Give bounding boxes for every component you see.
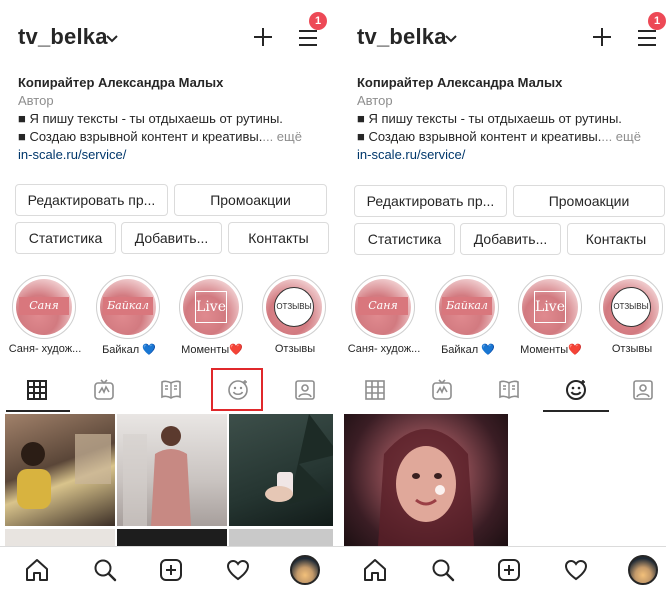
active-tab-indicator: [543, 410, 609, 412]
guides-icon[interactable]: [497, 378, 521, 402]
profile-screen-left: tv_belka 1 Копирайтер Александра Малых А…: [0, 0, 333, 604]
bio-line-2: ■ Создаю взрывной контент и креативы....…: [357, 128, 666, 146]
igtv-icon[interactable]: [92, 378, 116, 402]
highlight-badge: ОТЗЫВЫ: [611, 287, 651, 327]
highlight-cover: ОТЗЫВЫ: [603, 279, 659, 335]
new-post-icon[interactable]: [496, 557, 522, 583]
bottom-nav: [0, 546, 333, 604]
highlight-badge: ОТЗЫВЫ: [274, 287, 314, 327]
bio-category: Автор: [18, 93, 54, 108]
highlight-cover: Байкал: [439, 279, 495, 335]
promotions-button[interactable]: Промоакции: [174, 184, 327, 216]
highlight-cover: Live: [183, 279, 239, 335]
tagged-icon[interactable]: [293, 378, 317, 402]
effects-tab-highlight: [211, 368, 263, 411]
activity-icon[interactable]: [563, 557, 589, 583]
activity-icon[interactable]: [225, 557, 251, 583]
bio-name: Копирайтер Александра Малых: [357, 75, 563, 90]
chevron-down-icon[interactable]: [106, 35, 118, 43]
add-button[interactable]: Добавить...: [460, 223, 561, 255]
chevron-down-icon[interactable]: [445, 35, 457, 43]
plus-icon[interactable]: [251, 25, 275, 49]
post-thumbnail[interactable]: [117, 414, 227, 526]
bio-line-1: ■ Я пишу тексты - ты отдыхаешь от рутины…: [18, 111, 283, 126]
bio-line-2-text: ■ Создаю взрывной контент и креативы.: [357, 129, 602, 144]
highlight-badge: Live: [534, 291, 566, 323]
highlight-cover: ОТЗЫВЫ: [266, 279, 322, 335]
igtv-icon[interactable]: [430, 378, 454, 402]
add-button[interactable]: Добавить...: [121, 222, 222, 254]
contacts-button[interactable]: Контакты: [567, 223, 665, 255]
highlight-badge: Байкал: [442, 297, 492, 315]
guides-icon[interactable]: [159, 378, 183, 402]
effects-icon[interactable]: [564, 378, 588, 402]
bio-line-2-text: ■ Создаю взрывной контент и креативы.: [18, 129, 263, 144]
profile-tabs: [0, 372, 333, 412]
bottom-nav: [333, 546, 666, 604]
highlight-badge: Live: [195, 291, 227, 323]
highlight-label: Байкал 💙: [102, 344, 156, 356]
statistics-button[interactable]: Статистика: [354, 223, 455, 255]
post-thumbnail[interactable]: [5, 414, 115, 526]
profile-avatar[interactable]: [290, 555, 320, 585]
effect-image: [378, 429, 474, 546]
username[interactable]: tv_belka: [357, 24, 447, 50]
bio-more-link[interactable]: ... ещё: [262, 129, 302, 144]
profile-header: tv_belka 1: [0, 12, 333, 60]
notification-badge: 1: [648, 12, 666, 30]
profile-header: tv_belka 1: [333, 12, 666, 60]
new-post-icon[interactable]: [158, 557, 184, 583]
post-image: [123, 426, 191, 526]
bio-link[interactable]: in-scale.ru/service/: [357, 146, 666, 164]
post-image: [265, 414, 333, 504]
highlight-cover: Саня: [355, 279, 411, 335]
effect-thumbnail[interactable]: [344, 414, 508, 546]
notification-badge: 1: [309, 12, 327, 30]
highlight-badge: Саня: [19, 297, 69, 315]
active-tab-indicator: [6, 410, 70, 412]
promotions-button[interactable]: Промоакции: [513, 185, 665, 217]
bio-name: Копирайтер Александра Малых: [18, 75, 224, 90]
tagged-icon[interactable]: [631, 378, 655, 402]
profile-bio: Копирайтер Александра Малых Автор ■ Я пи…: [18, 74, 328, 164]
highlight-label: Отзывы: [274, 343, 316, 355]
post-image: [17, 434, 111, 509]
highlight-badge: Байкал: [103, 297, 153, 315]
profile-screen-right: tv_belka 1 Копирайтер Александра Малых А…: [333, 0, 666, 604]
posts-grid: [0, 414, 333, 549]
highlight-label: Моменты❤️: [520, 344, 582, 356]
highlight-label: Байкал 💙: [441, 344, 495, 356]
post-thumbnail[interactable]: [229, 414, 333, 526]
profile-tabs: [333, 372, 666, 412]
highlight-cover: Саня: [16, 279, 72, 335]
grid-icon[interactable]: [25, 378, 49, 402]
search-icon[interactable]: [430, 557, 456, 583]
username[interactable]: tv_belka: [18, 24, 108, 50]
highlight-label: Моменты❤️: [181, 344, 243, 356]
search-icon[interactable]: [92, 557, 118, 583]
effects-grid: [333, 414, 666, 546]
bio-link[interactable]: in-scale.ru/service/: [18, 146, 328, 164]
bio-line-2: ■ Создаю взрывной контент и креативы....…: [18, 128, 328, 146]
home-icon[interactable]: [24, 557, 50, 583]
profile-avatar[interactable]: [628, 555, 658, 585]
highlight-badge: Саня: [358, 297, 408, 315]
highlight-label: Саня- худож...: [347, 343, 421, 355]
highlight-cover: Байкал: [100, 279, 156, 335]
home-icon[interactable]: [362, 557, 388, 583]
bio-line-1: ■ Я пишу тексты - ты отдыхаешь от рутины…: [357, 111, 622, 126]
highlight-label: Саня- худож...: [8, 343, 82, 355]
grid-icon[interactable]: [363, 378, 387, 402]
bio-more-link[interactable]: ... ещё: [601, 129, 641, 144]
edit-profile-button[interactable]: Редактировать пр...: [354, 185, 507, 217]
statistics-button[interactable]: Статистика: [15, 222, 116, 254]
profile-bio: Копирайтер Александра Малых Автор ■ Я пи…: [357, 74, 666, 164]
edit-profile-button[interactable]: Редактировать пр...: [15, 184, 168, 216]
plus-icon[interactable]: [590, 25, 614, 49]
highlight-label: Отзывы: [611, 343, 653, 355]
bio-category: Автор: [357, 93, 393, 108]
highlight-cover: Live: [522, 279, 578, 335]
contacts-button[interactable]: Контакты: [228, 222, 329, 254]
